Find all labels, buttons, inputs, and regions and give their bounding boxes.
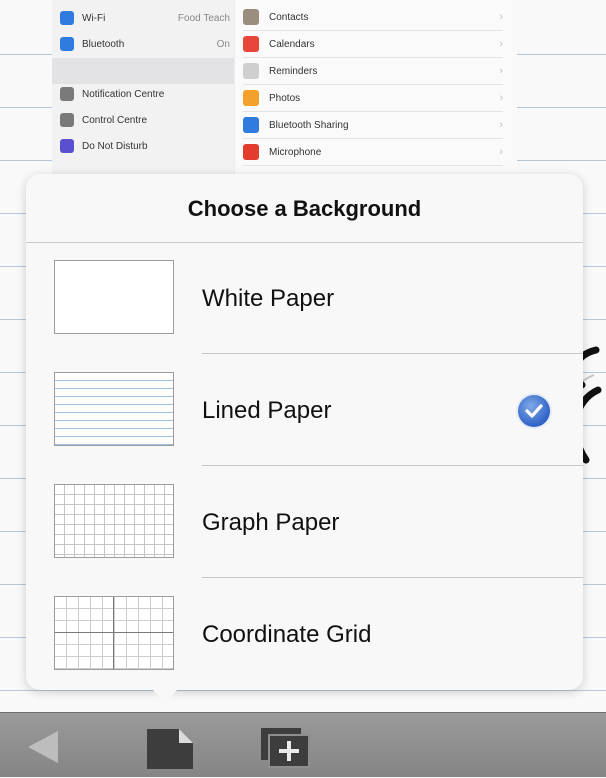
settings-item-bluetooth: Bluetooth On: [60, 32, 230, 56]
chevron-right-icon: ›: [499, 65, 503, 77]
privacy-item-contacts: Contacts ›: [243, 4, 503, 31]
lined-paper-thumbnail: [54, 372, 174, 446]
settings-item-notification-centre: Notification Centre: [60, 82, 230, 106]
settings-item-value: On: [216, 38, 230, 50]
option-divider: [202, 577, 583, 578]
privacy-item-photos: Photos ›: [243, 85, 503, 112]
settings-item-control-centre: Control Centre: [60, 108, 230, 132]
privacy-item-label: Calendars: [269, 38, 315, 50]
option-coordinate-grid[interactable]: Coordinate Grid: [26, 579, 583, 690]
reminders-icon: [243, 63, 259, 79]
settings-item-label: Wi-Fi: [82, 12, 106, 24]
privacy-item-microphone: Microphone ›: [243, 139, 503, 166]
chevron-right-icon: ›: [499, 11, 503, 23]
option-label: Graph Paper: [202, 509, 340, 536]
page-icon: [147, 729, 193, 769]
chevron-right-icon: ›: [499, 92, 503, 104]
privacy-item-label: Photos: [269, 92, 301, 104]
graph-paper-thumbnail: [54, 484, 174, 558]
chevron-right-icon: ›: [499, 146, 503, 158]
privacy-item-label: Microphone: [269, 146, 322, 158]
calendar-icon: [243, 36, 259, 52]
coordinate-grid-thumbnail: [54, 596, 174, 670]
page-button[interactable]: [143, 725, 197, 778]
bluetooth-icon: [60, 37, 74, 51]
privacy-item-label: Contacts: [269, 11, 309, 23]
moon-icon: [60, 139, 74, 153]
chevron-right-icon: ›: [499, 38, 503, 50]
privacy-item-calendars: Calendars ›: [243, 31, 503, 58]
settings-item-label: Control Centre: [82, 114, 148, 126]
popover-pointer: [148, 684, 182, 704]
white-paper-thumbnail: [54, 260, 174, 334]
option-divider: [202, 465, 583, 466]
chevron-right-icon: ›: [499, 119, 503, 131]
privacy-item-label: Bluetooth Sharing: [269, 119, 349, 131]
settings-item-value: Food Teach: [177, 12, 230, 24]
notification-centre-icon: [60, 87, 74, 101]
privacy-item-reminders: Reminders ›: [243, 58, 503, 85]
settings-section-gap: [52, 58, 234, 84]
photos-icon: [243, 90, 259, 106]
selected-checkmark-icon: [518, 395, 550, 427]
option-label: Lined Paper: [202, 397, 332, 424]
control-centre-icon: [60, 113, 74, 127]
option-white-paper[interactable]: White Paper: [26, 243, 583, 354]
bottom-toolbar: [0, 712, 606, 777]
contacts-icon: [243, 9, 259, 25]
option-divider: [202, 353, 583, 354]
add-page-icon: [261, 728, 310, 768]
option-label: White Paper: [202, 285, 335, 312]
add-page-button[interactable]: [258, 725, 314, 776]
option-graph-paper[interactable]: Graph Paper: [26, 467, 583, 578]
option-lined-paper[interactable]: Lined Paper: [26, 355, 583, 466]
privacy-item-label: Reminders: [269, 65, 318, 77]
back-arrow-icon: [28, 731, 58, 763]
bluetooth-icon: [243, 117, 259, 133]
popover-title: Choose a Background: [187, 196, 422, 221]
microphone-icon: [243, 144, 259, 160]
settings-item-label: Notification Centre: [82, 88, 165, 100]
back-button[interactable]: [22, 727, 62, 772]
settings-item-wifi: Wi-Fi Food Teach: [60, 6, 230, 30]
background-chooser-popover: Choose a Background White Paper Lined Pa…: [26, 174, 583, 690]
settings-item-label: Bluetooth: [82, 38, 125, 50]
settings-item-label: Do Not Disturb: [82, 140, 148, 152]
privacy-item-bluetooth-sharing: Bluetooth Sharing ›: [243, 112, 503, 139]
settings-item-do-not-disturb: Do Not Disturb: [60, 134, 230, 158]
wifi-icon: [60, 11, 74, 25]
option-label: Coordinate Grid: [202, 621, 372, 648]
